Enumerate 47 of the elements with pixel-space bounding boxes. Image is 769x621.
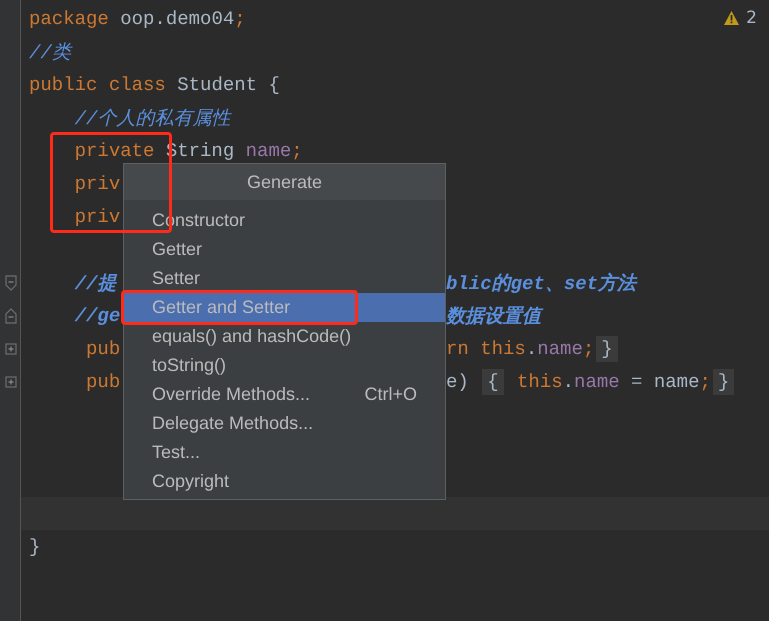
code-keyword: ; <box>582 338 594 360</box>
folded-code: } <box>596 336 618 362</box>
code-keyword: ; <box>234 8 246 30</box>
code-comment: 数据设置值 <box>446 302 541 328</box>
fold-icon[interactable] <box>4 308 16 324</box>
code-comment: blic的get、set方法 <box>446 272 636 296</box>
code-keyword: rn this <box>446 338 526 360</box>
folded-code: { <box>482 368 504 394</box>
code-text: } <box>29 536 40 558</box>
code-keyword: this <box>516 370 563 392</box>
code-text: . <box>526 338 538 360</box>
code-comment: //提 <box>74 272 116 294</box>
code-keyword: package <box>29 8 109 30</box>
menu-item[interactable]: Copyright <box>124 467 445 496</box>
code-field: name <box>574 370 620 392</box>
code-keyword: ; <box>699 370 711 392</box>
code-text: = name <box>630 370 700 392</box>
code-text: e) <box>446 370 470 392</box>
code-comment: //个人的私有属性 <box>74 108 230 130</box>
code-keyword: priv <box>74 172 120 194</box>
code-text: Student { <box>177 74 280 96</box>
menu-item[interactable]: Test... <box>124 438 445 467</box>
popup-title: Generate <box>124 164 445 200</box>
code-comment: //类 <box>29 42 71 64</box>
code-field: name <box>537 338 583 360</box>
folded-code: } <box>712 368 734 394</box>
menu-item[interactable]: equals() and hashCode() <box>124 322 445 351</box>
menu-item[interactable]: Override Methods... Ctrl+O <box>124 380 445 409</box>
code-keyword: pub <box>85 370 120 392</box>
code-keyword: public class <box>29 74 167 96</box>
menu-item[interactable]: Getter <box>124 235 445 264</box>
fold-icon[interactable] <box>4 274 16 290</box>
code-keyword: ; <box>291 140 303 162</box>
menu-item[interactable]: toString() <box>124 351 445 380</box>
warning-icon <box>723 10 740 26</box>
code-keyword: private <box>74 140 154 162</box>
code-comment: //ge <box>74 304 120 326</box>
code-field: name <box>246 140 292 162</box>
code-keyword: priv <box>74 206 120 228</box>
warning-indicator[interactable]: 2 <box>723 8 757 28</box>
menu-item[interactable]: Delegate Methods... <box>124 409 445 438</box>
code-text: . <box>562 370 574 392</box>
expand-icon[interactable] <box>4 376 16 388</box>
code-text: oop.demo04 <box>119 8 234 30</box>
expand-icon[interactable] <box>4 342 16 354</box>
menu-item[interactable]: Setter <box>124 264 445 293</box>
code-keyword: pub <box>85 338 120 360</box>
